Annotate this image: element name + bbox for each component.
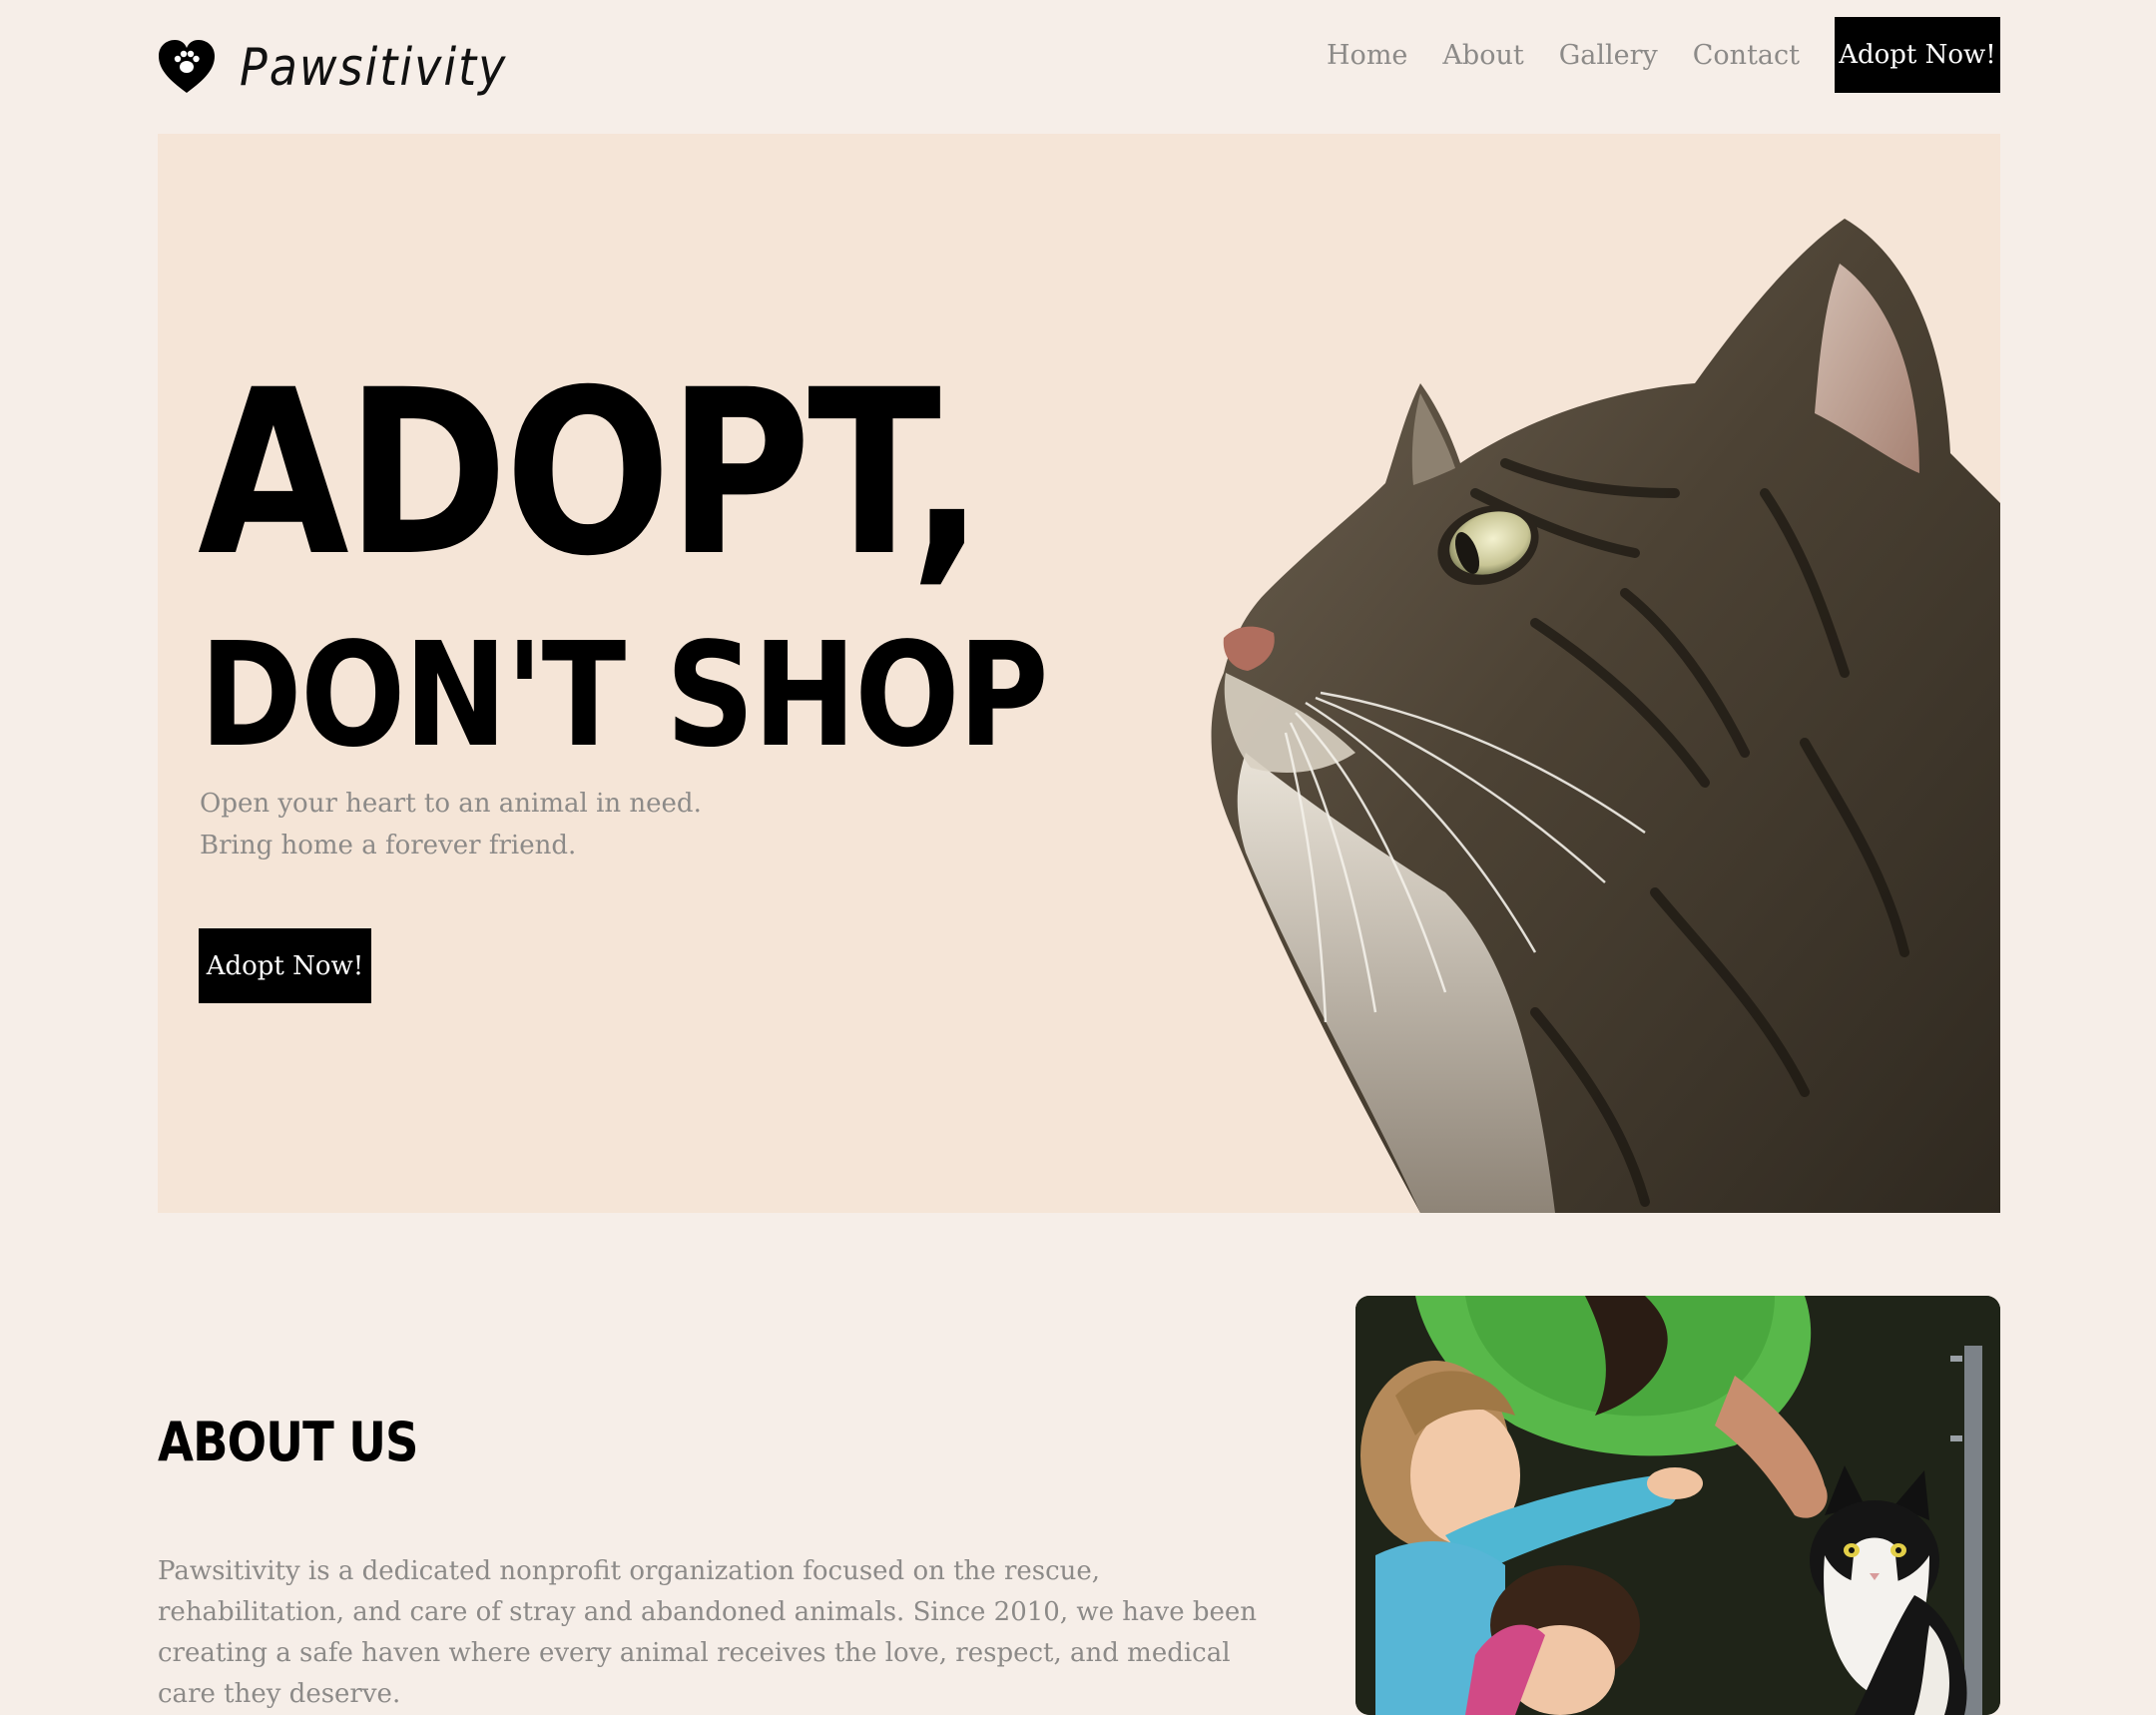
- brand-logo[interactable]: Pawsitivity: [158, 27, 507, 107]
- children-petting-cat-image: [1355, 1296, 2000, 1715]
- about-title: ABOUT US: [158, 1411, 419, 1473]
- nav-link-gallery[interactable]: Gallery: [1559, 40, 1658, 71]
- hero-subtitle-line1: Open your heart to an animal in need.: [200, 789, 702, 819]
- nav-link-home[interactable]: Home: [1327, 40, 1407, 71]
- hero-title-line2: DON'T SHOP: [200, 611, 1049, 779]
- site-header: Pawsitivity Home About Gallery Contact A…: [158, 17, 2000, 100]
- heart-paw-icon: [159, 40, 215, 93]
- nav-adopt-button[interactable]: Adopt Now!: [1835, 17, 2000, 93]
- about-text: Pawsitivity is a dedicated nonprofit org…: [158, 1556, 1258, 1709]
- hero-section: ADOPT, DON'T SHOP Open your heart to an …: [158, 134, 2000, 1213]
- hero-cat-image: [1211, 219, 2000, 1213]
- hero-subtitle-line2: Bring home a forever friend.: [200, 831, 577, 860]
- main-nav: Home About Gallery Contact Adopt Now!: [1327, 17, 2000, 93]
- nav-link-about[interactable]: About: [1442, 40, 1523, 71]
- hero-title-line1: ADOPT,: [198, 340, 984, 606]
- brand-name: Pawsitivity: [240, 36, 508, 98]
- about-photo: [1355, 1296, 2000, 1715]
- hero-adopt-button[interactable]: Adopt Now!: [199, 928, 371, 1003]
- nav-link-contact[interactable]: Contact: [1693, 40, 1800, 71]
- hero-subtitle: Open your heart to an animal in need. Br…: [200, 783, 898, 866]
